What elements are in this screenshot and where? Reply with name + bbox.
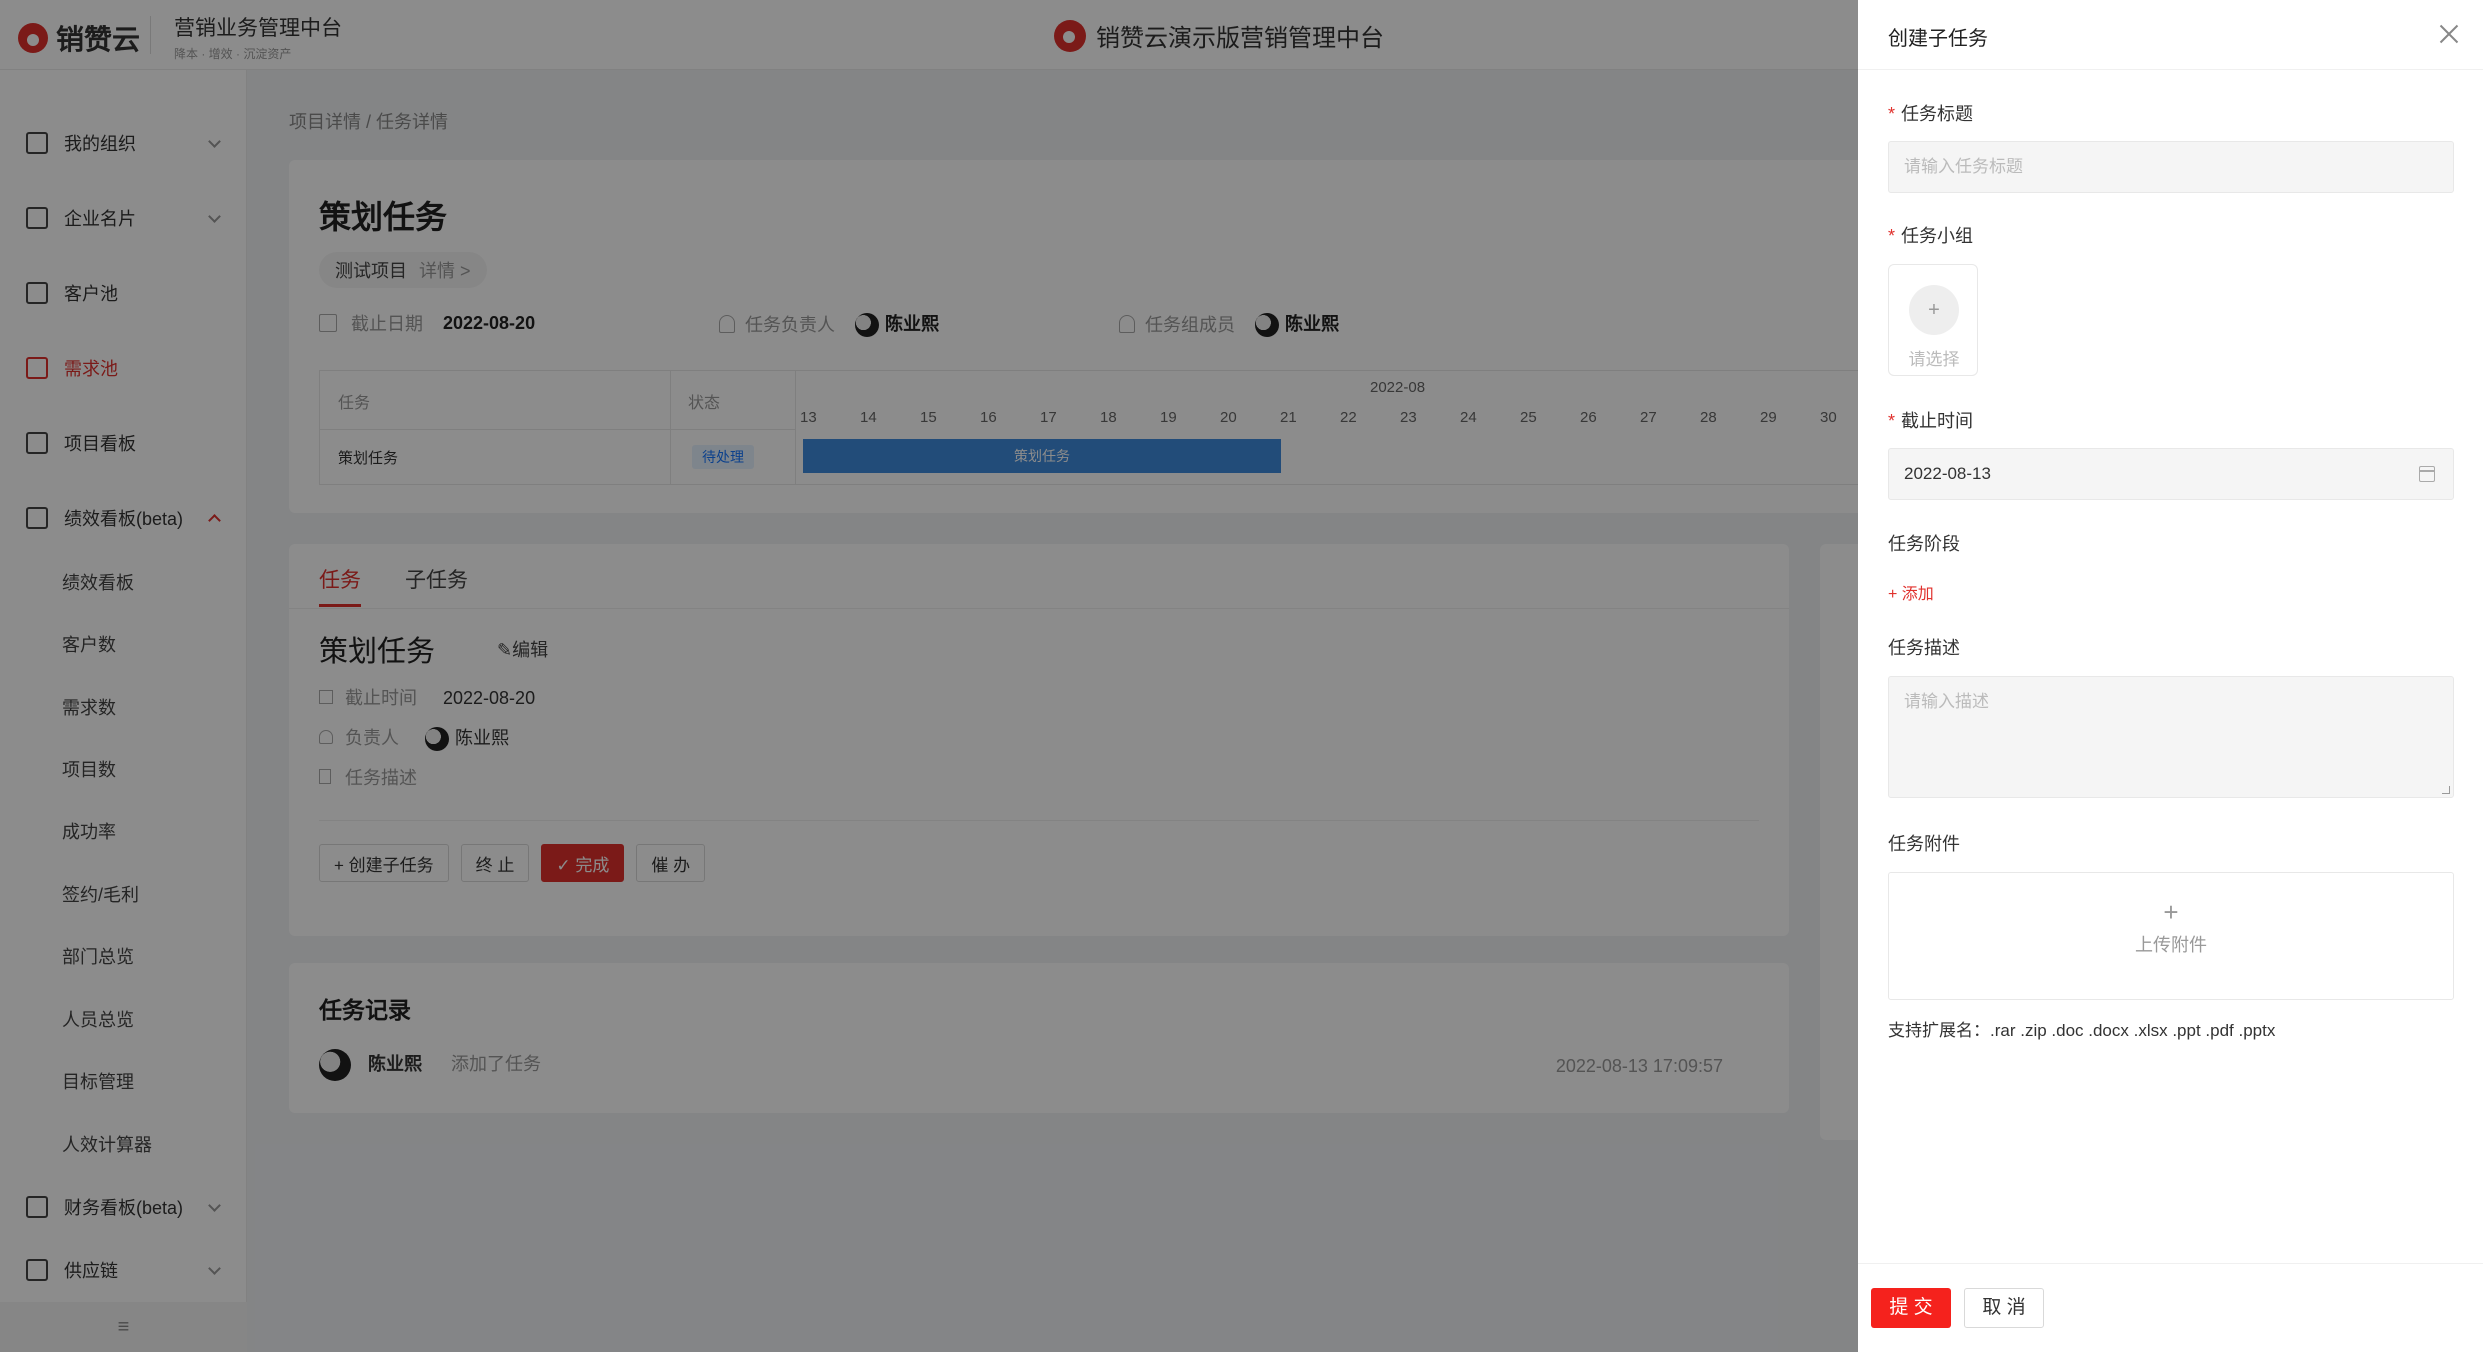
add-stage-button[interactable]: + 添加 [1888,580,1934,604]
resize-handle[interactable] [2442,786,2450,794]
create-subtask-drawer: 创建子任务 * 任务标题 请输入任务标题 * 任务小组 + 请选择 * 截止时间 20… [1858,0,2483,1352]
upload-attachment-area[interactable]: + 上传附件 [1888,872,2454,1000]
extension-hint: 支持扩展名：.rar .zip .doc .docx .xlsx .ppt .p… [1888,1021,2276,1040]
upload-label: 上传附件 [2135,935,2207,955]
group-label-text: 任务小组 [1901,226,1974,246]
deadline-label-text: 截止时间 [1901,411,1974,431]
attach-label: 任务附件 [1888,834,1960,854]
desc-label: 任务描述 [1888,638,1960,658]
modal-mask[interactable] [0,0,1858,1352]
stage-label: 任务阶段 [1888,534,1960,554]
close-icon[interactable] [2439,24,2459,44]
title-label-text: 任务标题 [1901,104,1974,124]
desc-placeholder: 请输入描述 [1904,692,1989,711]
required-mark: * [1888,226,1896,246]
plus-icon: + [2163,897,2179,927]
drawer-title: 创建子任务 [1888,28,1988,50]
cancel-button[interactable]: 取 消 [1964,1288,2044,1328]
task-title-input[interactable]: 请输入任务标题 [1888,141,2454,193]
plus-icon: + [1909,285,1959,335]
drawer-header: 创建子任务 [1858,0,2483,70]
deadline-value: 2022-08-13 [1904,464,1991,483]
description-textarea[interactable]: 请输入描述 [1888,676,2454,798]
submit-button[interactable]: 提 交 [1871,1288,1951,1328]
group-label: * 任务小组 [1888,222,1973,248]
group-picker-label: 请选择 [1908,350,1960,369]
required-mark: * [1888,411,1896,431]
deadline-date-picker[interactable]: 2022-08-13 [1888,448,2454,500]
required-mark: * [1888,104,1896,124]
calendar-icon [2419,466,2435,482]
drawer-footer: 提 交 取 消 [1858,1263,2483,1352]
deadline-label: * 截止时间 [1888,407,1973,433]
title-label: * 任务标题 [1888,100,1973,126]
group-picker[interactable]: + 请选择 [1888,264,1978,376]
